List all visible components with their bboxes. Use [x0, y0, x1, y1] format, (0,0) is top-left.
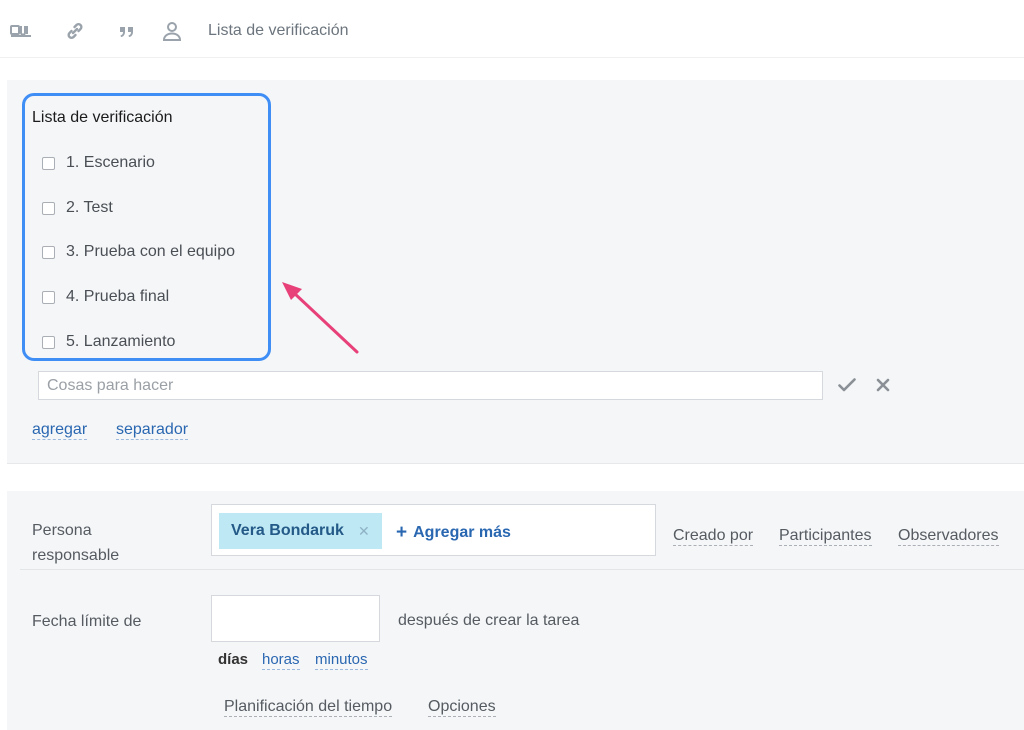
plus-icon: + — [396, 522, 408, 543]
check-icon[interactable] — [836, 374, 858, 396]
options-link[interactable]: Opciones — [428, 697, 496, 717]
unit-days[interactable]: días — [218, 651, 248, 669]
add-more-button[interactable]: + Agregar más — [396, 522, 511, 544]
deadline-label: Fecha límite de — [32, 613, 142, 630]
row-divider — [20, 569, 1024, 570]
observers-link[interactable]: Observadores — [898, 526, 999, 546]
time-planning-link[interactable]: Planificación del tiempo — [224, 697, 393, 717]
created-by-link[interactable]: Creado por — [673, 526, 754, 546]
participants-link[interactable]: Participantes — [779, 526, 872, 546]
deadline-input[interactable] — [211, 595, 380, 642]
unit-hours[interactable]: horas — [262, 651, 300, 670]
user-chip-name: Vera Bondaruk — [231, 522, 344, 539]
close-icon[interactable] — [872, 374, 894, 396]
add-item-link[interactable]: agregar — [32, 420, 88, 440]
separator-link[interactable]: separador — [116, 420, 189, 440]
deadline-suffix: después de crear la tarea — [398, 612, 580, 629]
add-more-label: Agregar más — [413, 524, 511, 541]
user-chip[interactable]: Vera Bondaruk ✕ — [219, 513, 382, 549]
unit-minutes[interactable]: minutos — [315, 651, 368, 670]
todo-input[interactable] — [38, 371, 823, 400]
responsible-label: Persona responsable — [32, 522, 120, 564]
remove-user-icon[interactable]: ✕ — [358, 523, 370, 540]
